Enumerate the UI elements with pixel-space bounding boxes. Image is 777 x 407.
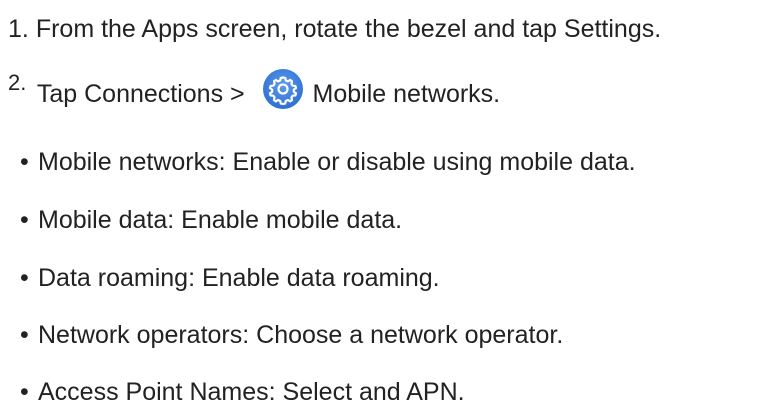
bullet-glyph: •: [20, 264, 29, 292]
instruction-document: 1. From the Apps screen, rotate the beze…: [0, 0, 777, 407]
list-item-text: Mobile networks: Enable or disable using…: [38, 148, 636, 176]
list-item-text: Access Point Names: Select and APN.: [38, 378, 465, 406]
step-1: 1. From the Apps screen, rotate the beze…: [8, 14, 661, 44]
step-2-number: 2.: [8, 70, 27, 95]
step-2-text-after: Mobile networks.: [312, 80, 501, 108]
list-item: • Mobile data: Enable mobile data.: [20, 205, 402, 235]
bullet-glyph: •: [20, 148, 29, 176]
list-item-text: Network operators: Choose a network oper…: [38, 321, 564, 349]
step-2: 2. Tap Connections > Mobile networks.: [8, 68, 500, 110]
step-2-text-before: Tap Connections >: [36, 80, 245, 108]
bullet-glyph: •: [20, 206, 29, 234]
list-item: • Mobile networks: Enable or disable usin…: [20, 147, 636, 177]
step-1-number: 1.: [8, 15, 29, 43]
list-item: • Network operators: Choose a network ope…: [20, 320, 563, 350]
bullet-glyph: •: [20, 321, 29, 349]
step-1-text: From the Apps screen, rotate the bezel a…: [35, 15, 662, 43]
bullet-glyph: •: [20, 378, 29, 406]
list-item-text: Data roaming: Enable data roaming.: [38, 264, 440, 292]
list-item: • Access Point Names: Select and APN.: [20, 377, 465, 407]
settings-gear-icon: [262, 68, 304, 110]
list-item: • Data roaming: Enable data roaming.: [20, 263, 440, 293]
list-item-text: Mobile data: Enable mobile data.: [38, 206, 403, 234]
